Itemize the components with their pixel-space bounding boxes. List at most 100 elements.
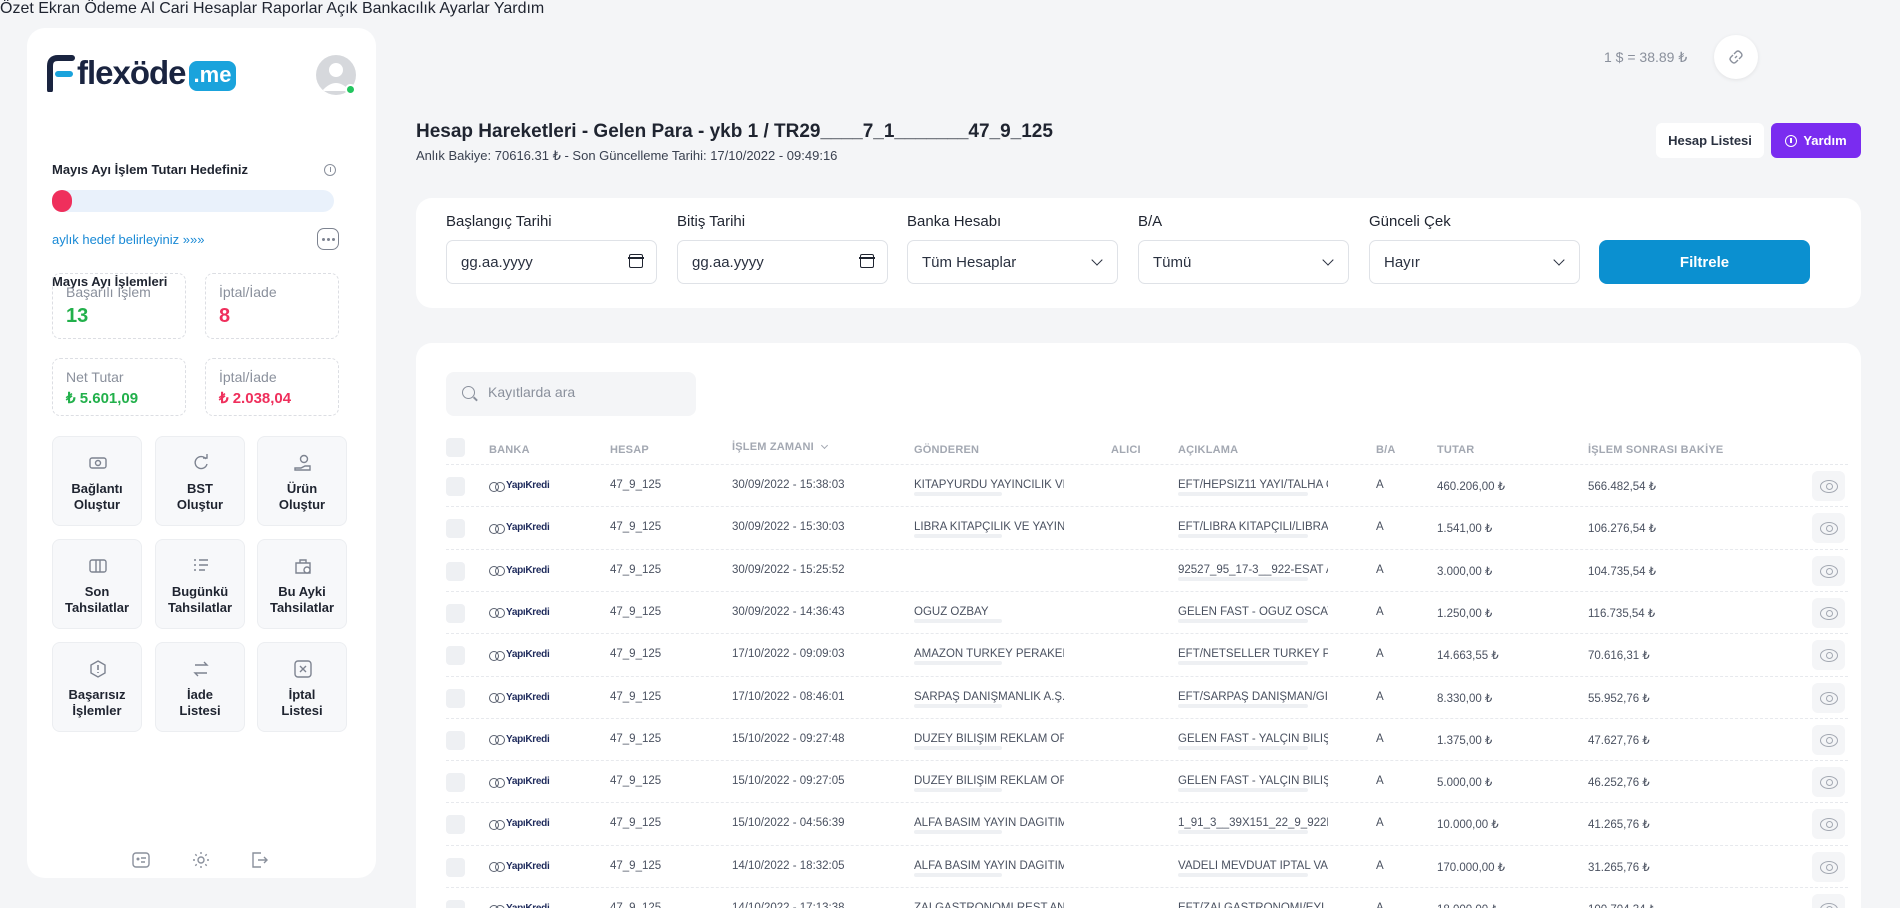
end-date-input[interactable]: gg.aa.yyyy [677,240,888,284]
bank-account-select[interactable]: Tüm Hesaplar [907,240,1118,284]
description-detail-placeholder [1178,745,1308,750]
action-label: Ürün [286,481,318,496]
table-row[interactable]: YapıKredi 47_9_125 30/09/2022 - 15:38:03 KI… [446,464,1848,506]
time-cell: 14/10/2022 - 18:32:05 [732,859,845,872]
table-row[interactable]: YapıKredi 47_9_125 15/10/2022 - 09:27:48 DÜ… [446,717,1848,760]
sender-cell: LİBRA KİTAPÇILIK VE YAYIN [914,521,1064,534]
table-row[interactable]: YapıKredi 47_9_125 15/10/2022 - 09:27:05 DÜ… [446,760,1848,802]
info-icon[interactable] [324,164,336,176]
row-checkbox[interactable] [446,857,465,877]
help-button[interactable]: Yardım [1771,123,1861,158]
column-header[interactable]: AÇIKLAMA [1178,444,1238,456]
row-checkbox[interactable] [446,900,465,908]
column-header[interactable]: GÖNDEREN [914,444,979,456]
row-checkbox[interactable] [446,646,465,666]
month-collections-button[interactable]: Bu Ayki Tahsilatlar [257,539,347,629]
description-detail-placeholder [1178,830,1308,835]
nav-item-help[interactable]: Yardım [494,0,544,17]
view-eye-icon[interactable] [1812,640,1845,671]
table-row[interactable]: YapıKredi 47_9_125 30/09/2022 - 15:30:03 Lİ… [446,506,1848,548]
nav-item-settings[interactable]: Ayarlar [439,0,489,17]
column-header[interactable]: İŞLEM SONRASI BAKİYE [1588,444,1723,456]
select-all-checkbox[interactable] [446,438,465,457]
failed-transactions-button[interactable]: Başarısız İşlemler [52,642,142,732]
sender-cell: KITAPYURDU YAYINCILIK VE [914,479,1064,491]
refund-list-button[interactable]: İade Listesi [155,642,245,732]
view-eye-icon[interactable] [1812,513,1845,544]
ba-select[interactable]: Tümü [1138,240,1349,284]
create-link-button[interactable]: Bağlantı Oluştur [52,436,142,526]
description-detail-placeholder [1178,534,1308,539]
row-checkbox[interactable] [446,477,465,496]
recent-collections-button[interactable]: Son Tahsilatlar [52,539,142,629]
view-eye-icon[interactable] [1812,809,1845,840]
sender-cell: SARPAŞ DANIŞMANLIK A.Ş. [914,690,1064,703]
calendar-icon[interactable] [628,254,644,268]
start-date-input[interactable]: gg.aa.yyyy [446,240,657,284]
column-header[interactable]: TUTAR [1437,444,1474,456]
nav-item-accounts[interactable]: Cari Hesaplar [159,0,257,17]
account-list-button[interactable]: Hesap Listesi [1656,123,1764,158]
table-row[interactable]: YapıKredi 47_9_125 14/10/2022 - 17:13:38 ZA… [446,887,1848,908]
row-checkbox[interactable] [446,730,465,750]
page-subtitle: Anlık Bakiye: 70616.31 ₺ - Son Güncellem… [416,148,838,163]
view-eye-icon[interactable] [1812,597,1845,628]
column-header[interactable]: BANKA [489,444,530,456]
bank-rings-icon [489,819,505,830]
nav-item-reports[interactable]: Raporlar [261,0,322,17]
view-eye-icon[interactable] [1812,767,1845,798]
ba-cell: A [1376,563,1384,576]
table-row[interactable]: YapıKredi 47_9_125 15/10/2022 - 04:56:39 AL… [446,802,1848,844]
cancel-list-button[interactable]: İptal Listesi [257,642,347,732]
filter-button[interactable]: Filtrele [1599,240,1810,284]
table-row[interactable]: YapıKredi 47_9_125 17/10/2022 - 08:46:01 SA… [446,675,1848,718]
set-goal-link[interactable]: aylık hedef belirleyiniz »»» [52,232,204,247]
profile-card-icon[interactable] [131,850,151,870]
fetch-current-select[interactable]: Hayır [1369,240,1580,284]
table-row[interactable]: YapıKredi 47_9_125 14/10/2022 - 18:32:05 AL… [446,844,1848,887]
table-row[interactable]: YapıKredi 47_9_125 30/09/2022 - 14:36:43 OĞ… [446,590,1848,633]
table-row[interactable]: YapıKredi 47_9_125 17/10/2022 - 09:09:03 AM… [446,633,1848,675]
row-checkbox[interactable] [446,773,465,793]
amount-cell: 8.330,00 ₺ [1437,692,1493,705]
column-header[interactable]: ALICI [1111,444,1141,456]
calendar-icon[interactable] [859,254,875,268]
time-cell: 15/10/2022 - 09:27:05 [732,775,845,788]
row-checkbox[interactable] [446,561,465,581]
flexode-logo[interactable]: flexöde .me [46,53,237,93]
balance-cell: 116.735,54 ₺ [1588,607,1656,620]
settings-gear-icon[interactable] [191,850,211,870]
column-header-sorted[interactable]: İŞLEM ZAMANI [732,441,829,453]
column-header[interactable]: B/A [1376,444,1396,456]
view-eye-icon[interactable] [1812,894,1845,908]
nav-item-open-banking[interactable]: Açık Bankacılık [326,0,435,17]
more-options-button[interactable] [317,228,339,250]
row-checkbox[interactable] [446,519,465,539]
create-product-button[interactable]: Ürün Oluştur [257,436,347,526]
view-eye-icon[interactable] [1812,555,1845,586]
stat-cancel-amount: İptal/İade ₺ 2.038,04 [205,358,339,416]
view-eye-icon[interactable] [1812,851,1845,882]
logout-icon[interactable] [249,850,269,870]
nav-item-receive-payment[interactable]: Ödeme Al [84,0,154,17]
column-header[interactable]: HESAP [610,444,649,456]
create-bst-button[interactable]: BST Oluştur [155,436,245,526]
nav-item-dashboard[interactable]: Özet Ekran [0,0,80,17]
table-row[interactable]: YapıKredi 47_9_125 30/09/2022 - 15:25:52 92… [446,548,1848,591]
bank-account-label: Banka Hesabı [907,213,1002,230]
view-eye-icon[interactable] [1812,724,1845,755]
link-button[interactable] [1714,35,1758,79]
row-checkbox[interactable] [446,603,465,623]
balance-cell: 41.265,76 ₺ [1588,819,1650,832]
row-checkbox[interactable] [446,688,465,708]
row-checkbox[interactable] [446,815,465,835]
view-eye-icon[interactable] [1812,471,1845,501]
stat-value: 13 [66,305,89,327]
view-eye-icon[interactable] [1812,682,1845,713]
search-box[interactable] [446,372,696,416]
search-input[interactable] [488,384,678,400]
logo-text: flexöde [77,54,187,91]
table-header: BANKA HESAP İŞLEM ZAMANI GÖNDEREN ALICI … [416,438,1861,460]
today-collections-button[interactable]: Bugünkü Tahsilatlar [155,539,245,629]
balance-cell: 104.735,54 ₺ [1588,565,1657,578]
